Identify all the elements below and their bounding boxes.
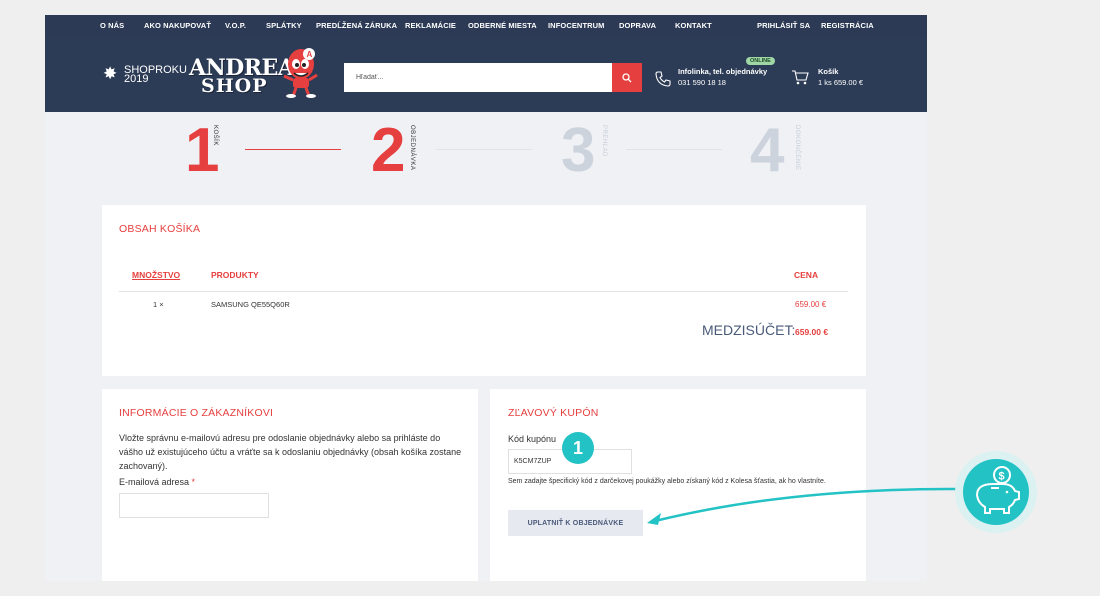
row-price: 659.00 € <box>795 300 827 309</box>
apply-coupon-button[interactable]: UPLATNIŤ K OBJEDNÁVKE <box>508 510 643 536</box>
customer-heading: INFORMÁCIE O ZÁKAZNÍKOVI <box>119 407 274 419</box>
row-product-name[interactable]: SAMSUNG QE55Q60R <box>211 300 290 309</box>
email-label: E-mailová adresa * <box>119 475 195 489</box>
svg-text:$: $ <box>999 471 1005 483</box>
coupon-heading: ZĽAVOVÝ KUPÓN <box>508 407 599 419</box>
search-input[interactable] <box>344 63 612 92</box>
cart-heading: OBSAH KOŠÍKA <box>119 223 201 235</box>
nav-link-ako-nakupovat[interactable]: AKO NAKUPOVAŤ <box>144 21 211 30</box>
logo-text-shop: SHOP <box>201 75 268 97</box>
column-header-price: CENA <box>794 270 819 280</box>
online-badge: ONLINE <box>746 57 775 65</box>
email-field[interactable] <box>119 493 269 518</box>
step-connector-3 <box>626 149 722 150</box>
top-navigation: O NÁS AKO NAKUPOVAŤ V.O.P. SPLÁTKY PREDĹ… <box>45 15 927 38</box>
search-icon <box>622 72 632 82</box>
coupon-code-label: Kód kupónu <box>508 434 557 444</box>
cart-icon[interactable] <box>791 69 809 85</box>
nav-link-odberne-miesta[interactable]: ODBERNÉ MIESTA <box>468 21 537 30</box>
nav-link-vop[interactable]: V.O.P. <box>225 21 246 30</box>
infoline-title: Infolinka, tel. objednávky <box>678 67 768 76</box>
step-2-label: OBJEDNÁVKA <box>409 125 415 171</box>
step-1-label: KOŠÍK <box>212 125 218 146</box>
step-connector-1 <box>245 149 341 150</box>
step-2-number: 2 <box>371 116 406 185</box>
pointer-arrow <box>647 487 961 525</box>
cart-summary: 1 ks 659.00 € <box>818 78 864 87</box>
subtotal-value: 659.00 € <box>795 327 829 337</box>
piggy-bank-dollar-icon: $ <box>975 466 1020 514</box>
nav-link-infocentrum[interactable]: INFOCENTRUM <box>548 21 605 30</box>
row-quantity: 1 × <box>153 300 164 309</box>
step-number-badge: 1 <box>562 432 594 464</box>
site-header: ✸ SHOPROKU 2019 ANDREA SHOP A Hľadať... … <box>45 38 927 112</box>
step-connector-2 <box>436 149 532 150</box>
table-divider <box>119 291 848 292</box>
search-box <box>344 63 612 92</box>
step-3-number: 3 <box>561 116 596 185</box>
nav-link-doprava[interactable]: DOPRAVA <box>619 21 656 30</box>
step-4-label: DOKONČENIE <box>794 125 800 171</box>
infoline-phone[interactable]: 031 590 18 18 <box>678 78 726 87</box>
search-button[interactable] <box>612 63 642 92</box>
piggy-bank-badge-inner: $ <box>963 459 1029 525</box>
email-label-text: E-mailová adresa <box>119 477 190 487</box>
svg-text:A: A <box>307 50 313 59</box>
subtotal-label: MEDZISÚČET: <box>702 322 796 338</box>
column-header-quantity[interactable]: MNOŽSTVO <box>132 270 180 280</box>
column-header-products: PRODUKTY <box>211 270 259 280</box>
award-year: 2019 <box>124 73 149 85</box>
nav-link-predlzena-zaruka[interactable]: PREDĹŽENÁ ZÁRUKA <box>316 21 397 30</box>
nav-link-reklamacie[interactable]: REKLAMÁCIE <box>405 21 456 30</box>
cart-contents-panel: OBSAH KOŠÍKA MEDZISÚČET: 659.00 € <box>102 205 866 376</box>
step-3-label: PREHĽAD <box>601 125 607 157</box>
mascot-icon: A <box>283 48 318 98</box>
customer-info-panel: INFORMÁCIE O ZÁKAZNÍKOVI Vložte správnu … <box>102 389 478 581</box>
nav-link-o-nas[interactable]: O NÁS <box>100 21 124 30</box>
step-4-number: 4 <box>750 116 785 185</box>
cart-title[interactable]: Košík <box>818 67 838 76</box>
phone-icon <box>655 71 671 87</box>
nav-link-kontakt[interactable]: KONTAKT <box>675 21 712 30</box>
award-star-icon: ✸ <box>103 64 118 83</box>
register-link[interactable]: REGISTRÁCIA <box>821 21 874 30</box>
required-mark: * <box>191 477 196 487</box>
nav-link-splatky[interactable]: SPLÁTKY <box>266 21 302 30</box>
login-link[interactable]: PRIHLÁSIŤ SA <box>757 21 810 30</box>
customer-intro-text: Vložte správnu e-mailovú adresu pre odos… <box>119 433 462 471</box>
